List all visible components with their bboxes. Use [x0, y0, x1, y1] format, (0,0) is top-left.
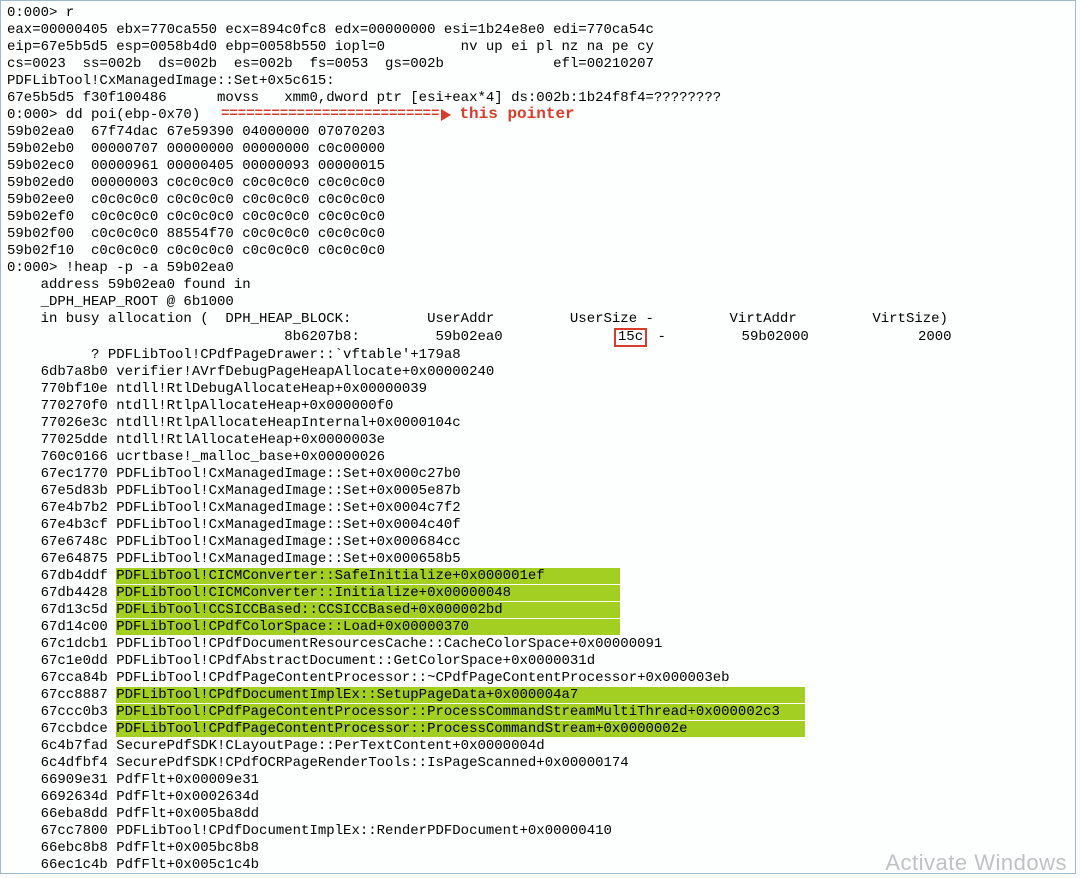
highlighted-frame: PDFLibTool!CPdfPageContentProcessor::Pro…: [116, 721, 805, 737]
output-text: 0:000> reax=00000405 ebx=770ca550 ecx=89…: [7, 5, 1069, 874]
output-line: 77025dde ntdll!RtlAllocateHeap+0x0000003…: [7, 432, 1069, 449]
debugger-output-pane: 0:000> reax=00000405 ebx=770ca550 ecx=89…: [0, 0, 1076, 874]
output-line: 8b6207b8: 59b02ea0 15c - 59b02000 2000: [7, 328, 1069, 347]
output-line: 6692634d PdfFlt+0x0002634d: [7, 789, 1069, 806]
output-line: eip=67e5b5d5 esp=0058b4d0 ebp=0058b550 i…: [7, 39, 1069, 56]
output-line: 59b02ef0 c0c0c0c0 c0c0c0c0 c0c0c0c0 c0c0…: [7, 209, 1069, 226]
activate-windows-watermark: Activate Windows: [885, 854, 1067, 871]
output-line: 6db7a8b0 verifier!AVrfDebugPageHeapAlloc…: [7, 364, 1069, 381]
output-line: PDFLibTool!CxManagedImage::Set+0x5c615:: [7, 73, 1069, 90]
output-line: 67c1e0dd PDFLibTool!CPdfAbstractDocument…: [7, 653, 1069, 670]
output-line: 66eba8dd PdfFlt+0x005ba8dd: [7, 806, 1069, 823]
highlighted-frame: PDFLibTool!CPdfColorSpace::Load+0x000003…: [116, 619, 620, 635]
highlighted-frame: PDFLibTool!CICMConverter::Initialize+0x0…: [116, 585, 620, 601]
output-line: in busy allocation ( DPH_HEAP_BLOCK: Use…: [7, 311, 1069, 328]
output-line: 6c4dfbf4 SecurePdfSDK!CPdfOCRPageRenderT…: [7, 755, 1069, 772]
output-line: 0:000> !heap -p -a 59b02ea0: [7, 260, 1069, 277]
output-line: cs=0023 ss=002b ds=002b es=002b fs=0053 …: [7, 56, 1069, 73]
output-line: 67e4b3cf PDFLibTool!CxManagedImage::Set+…: [7, 517, 1069, 534]
output-line: 66909e31 PdfFlt+0x00009e31: [7, 772, 1069, 789]
output-line: 67cc7800 PDFLibTool!CPdfDocumentImplEx::…: [7, 823, 1069, 840]
usersize-highlight-box: 15c: [614, 328, 647, 347]
highlighted-frame: PDFLibTool!CPdfPageContentProcessor::Pro…: [116, 704, 805, 720]
output-line: 59b02eb0 00000707 00000000 00000000 c0c0…: [7, 141, 1069, 158]
output-line: 67cca84b PDFLibTool!CPdfPageContentProce…: [7, 670, 1069, 687]
output-line: 67e5b5d5 f30f100486 movss xmm0,dword ptr…: [7, 90, 1069, 107]
output-line: 77026e3c ntdll!RtlpAllocateHeapInternal+…: [7, 415, 1069, 432]
output-line: 67e64875 PDFLibTool!CxManagedImage::Set+…: [7, 551, 1069, 568]
output-line: 67e6748c PDFLibTool!CxManagedImage::Set+…: [7, 534, 1069, 551]
output-line: 67e5d83b PDFLibTool!CxManagedImage::Set+…: [7, 483, 1069, 500]
output-line: address 59b02ea0 found in: [7, 277, 1069, 294]
output-line: 59b02ec0 00000961 00000405 00000093 0000…: [7, 158, 1069, 175]
output-line: 59b02f00 c0c0c0c0 88554f70 c0c0c0c0 c0c0…: [7, 226, 1069, 243]
highlighted-frame: PDFLibTool!CICMConverter::SafeInitialize…: [116, 568, 620, 584]
output-line: 67db4428 PDFLibTool!CICMConverter::Initi…: [7, 585, 1069, 602]
output-line: 67db4ddf PDFLibTool!CICMConverter::SafeI…: [7, 568, 1069, 585]
output-line: 6c4b7fad SecurePdfSDK!CLayoutPage::PerTe…: [7, 738, 1069, 755]
output-line: 67ccc0b3 PDFLibTool!CPdfPageContentProce…: [7, 704, 1069, 721]
output-line: 59b02ee0 c0c0c0c0 c0c0c0c0 c0c0c0c0 c0c0…: [7, 192, 1069, 209]
output-line: 67c1dcb1 PDFLibTool!CPdfDocumentResource…: [7, 636, 1069, 653]
output-line: eax=00000405 ebx=770ca550 ecx=894c0fc8 e…: [7, 22, 1069, 39]
output-line: 67ec1770 PDFLibTool!CxManagedImage::Set+…: [7, 466, 1069, 483]
output-line: 760c0166 ucrtbase!_malloc_base+0x0000002…: [7, 449, 1069, 466]
output-line: 59b02f10 c0c0c0c0 c0c0c0c0 c0c0c0c0 c0c0…: [7, 243, 1069, 260]
output-line: 0:000> r: [7, 5, 1069, 22]
output-line: 0:000> dd poi(ebp-0x70): [7, 107, 1069, 124]
output-line: 770bf10e ntdll!RtlDebugAllocateHeap+0x00…: [7, 381, 1069, 398]
output-line: 67d13c5d PDFLibTool!CCSICCBased::CCSICCB…: [7, 602, 1069, 619]
output-line: ? PDFLibTool!CPdfPageDrawer::`vftable'+1…: [7, 347, 1069, 364]
output-line: 59b02ea0 67f74dac 67e59390 04000000 0707…: [7, 124, 1069, 141]
highlighted-frame: PDFLibTool!CPdfDocumentImplEx::SetupPage…: [116, 687, 805, 703]
output-line: 67cc8887 PDFLibTool!CPdfDocumentImplEx::…: [7, 687, 1069, 704]
output-line: 770270f0 ntdll!RtlpAllocateHeap+0x000000…: [7, 398, 1069, 415]
output-line: 67d14c00 PDFLibTool!CPdfColorSpace::Load…: [7, 619, 1069, 636]
output-line: 67ccbdce PDFLibTool!CPdfPageContentProce…: [7, 721, 1069, 738]
output-line: _DPH_HEAP_ROOT @ 6b1000: [7, 294, 1069, 311]
output-line: 59b02ed0 00000003 c0c0c0c0 c0c0c0c0 c0c0…: [7, 175, 1069, 192]
output-line: 67e4b7b2 PDFLibTool!CxManagedImage::Set+…: [7, 500, 1069, 517]
highlighted-frame: PDFLibTool!CCSICCBased::CCSICCBased+0x00…: [116, 602, 620, 618]
